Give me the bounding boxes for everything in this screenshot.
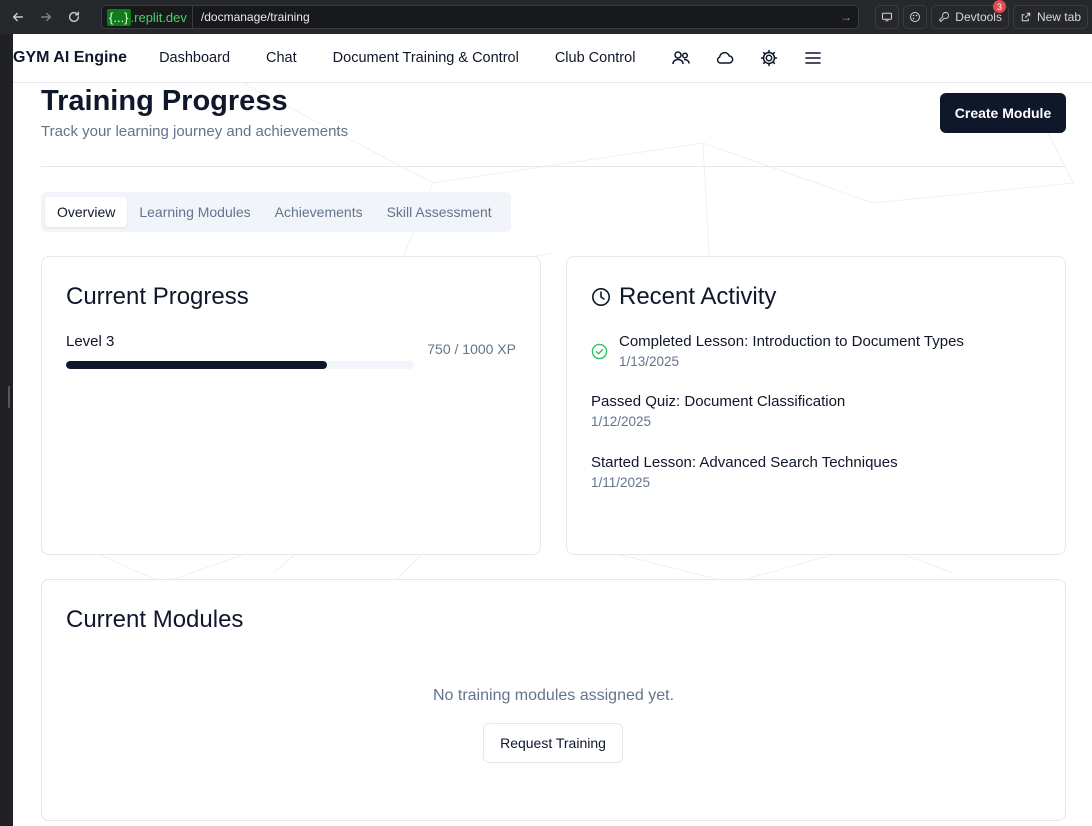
current-modules-title: Current Modules: [66, 606, 244, 633]
activity-title: Started Lesson: Advanced Search Techniqu…: [591, 454, 898, 471]
nav-link-dashboard[interactable]: Dashboard: [159, 50, 230, 66]
clock-icon: [592, 288, 610, 306]
activity-title: Passed Quiz: Document Classification: [591, 393, 846, 410]
activity-date: 1/11/2025: [591, 475, 651, 490]
tab-learning-modules[interactable]: Learning Modules: [127, 197, 262, 227]
palette-icon[interactable]: [903, 5, 928, 29]
nav-link-club-control[interactable]: Club Control: [555, 50, 636, 66]
xp-progress-bar: [66, 361, 414, 369]
new-tab-label: New tab: [1036, 10, 1081, 24]
left-panel-edge: [0, 34, 13, 826]
browser-toolbar: {...} .replit.dev /docmanage/training → …: [0, 0, 1092, 34]
page-title: Training Progress: [41, 85, 288, 117]
activity-item: Started Lesson: Advanced Search Techniqu…: [591, 454, 898, 490]
activity-item: Completed Lesson: Introduction to Docume…: [591, 333, 964, 369]
wrench-icon: [939, 12, 950, 23]
devtools-badge: 3: [992, 0, 1006, 13]
level-label: Level 3: [66, 333, 115, 350]
device-icon[interactable]: [875, 5, 900, 29]
activity-title: Completed Lesson: Introduction to Docume…: [619, 333, 964, 350]
brand-logo[interactable]: GYM AI Engine: [13, 49, 127, 67]
create-module-button[interactable]: Create Module: [940, 93, 1066, 133]
tab-overview[interactable]: Overview: [45, 197, 128, 227]
recent-activity-title: Recent Activity: [619, 283, 777, 310]
tab-skill-assessment[interactable]: Skill Assessment: [375, 197, 504, 227]
new-tab-button[interactable]: New tab: [1012, 5, 1088, 29]
top-navigation: GYM AI Engine Dashboard Chat Document Tr…: [13, 34, 1092, 83]
domain-pill: {...} .replit.dev: [102, 6, 193, 28]
url-path: /docmanage/training: [200, 10, 310, 24]
address-bar[interactable]: {...} .replit.dev /docmanage/training →: [101, 5, 859, 29]
menu-icon[interactable]: [803, 48, 823, 68]
users-icon[interactable]: [671, 48, 691, 68]
activity-date: 1/13/2025: [619, 354, 680, 369]
page-subtitle: Track your learning journey and achievem…: [41, 123, 349, 140]
external-link-icon: [1021, 12, 1031, 22]
header-divider: [41, 166, 1066, 167]
forward-icon[interactable]: [36, 7, 56, 27]
tab-list: Overview Learning Modules Achievements S…: [41, 192, 511, 232]
cloud-icon[interactable]: [715, 48, 735, 68]
go-arrow-icon[interactable]: →: [840, 10, 852, 24]
current-progress-card: Current Progress Level 3 750 / 1000 XP: [41, 256, 541, 555]
request-training-button[interactable]: Request Training: [483, 723, 623, 763]
xp-progress-fill: [66, 361, 327, 369]
xp-text: 750 / 1000 XP: [427, 341, 516, 357]
app-window: GYM AI Engine Dashboard Chat Document Tr…: [13, 34, 1092, 826]
resize-handle[interactable]: [8, 386, 10, 408]
activity-date: 1/12/2025: [591, 414, 652, 429]
devtools-label: Devtools: [955, 10, 1002, 24]
recent-activity-card: Recent Activity Completed Lesson: Introd…: [566, 256, 1066, 555]
tab-achievements[interactable]: Achievements: [263, 197, 375, 227]
devtools-button[interactable]: Devtools 3: [931, 0, 1009, 29]
check-circle-icon: [591, 343, 608, 360]
back-icon[interactable]: [8, 7, 28, 27]
domain-prefix: {...}: [107, 8, 131, 26]
current-modules-card: Current Modules No training modules assi…: [41, 579, 1066, 821]
activity-item: Passed Quiz: Document Classification 1/1…: [591, 393, 845, 429]
main-content: Training Progress Track your learning jo…: [13, 83, 1092, 826]
nav-link-document-training[interactable]: Document Training & Control: [333, 50, 519, 66]
settings-icon[interactable]: [759, 48, 779, 68]
current-progress-title: Current Progress: [66, 283, 249, 310]
empty-state-text: No training modules assigned yet.: [432, 687, 675, 704]
reload-icon[interactable]: [64, 7, 84, 27]
nav-link-chat[interactable]: Chat: [266, 50, 297, 66]
domain-suffix: .replit.dev: [130, 9, 187, 25]
